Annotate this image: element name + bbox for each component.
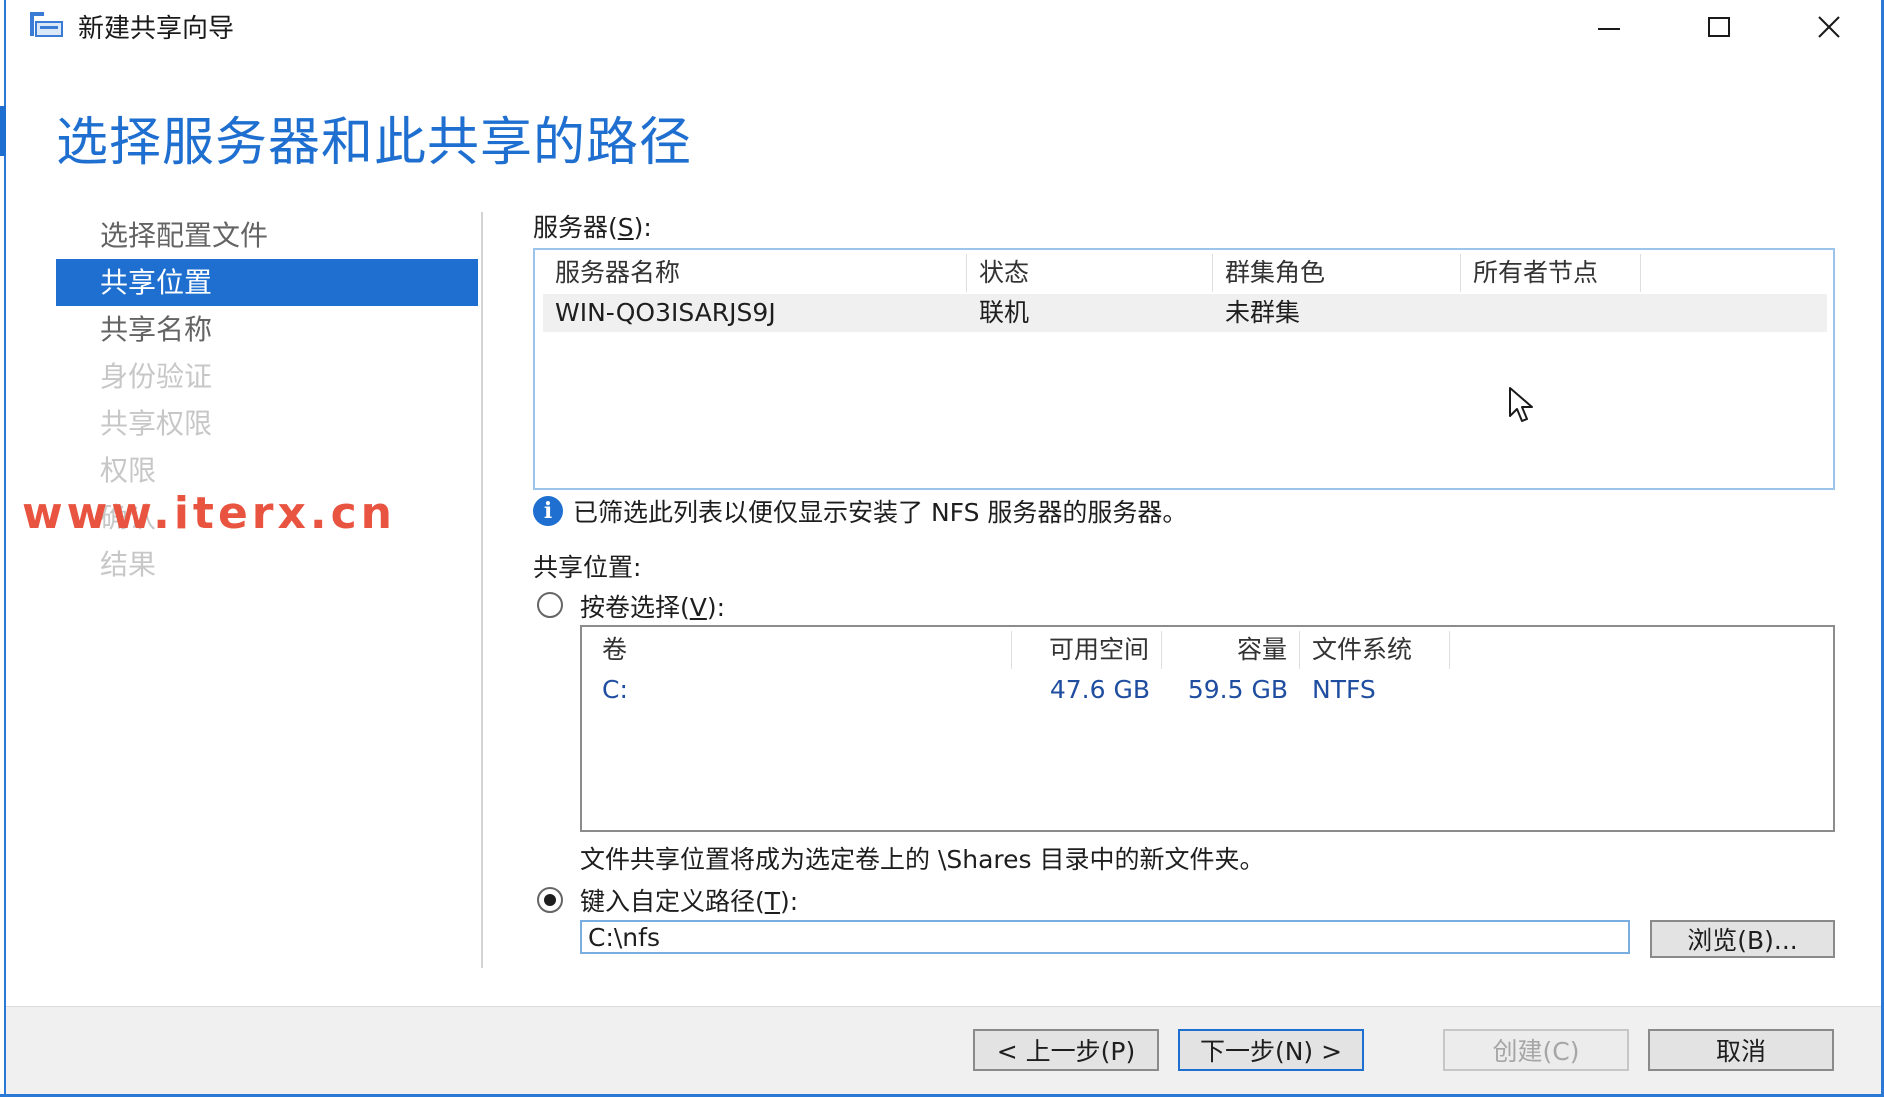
next-button[interactable]: 下一步(N) > [1178, 1029, 1364, 1071]
by-volume-radio[interactable] [537, 592, 563, 618]
custom-path-label[interactable]: 键入自定义路径(T): [580, 882, 798, 918]
title-bar[interactable]: 新建共享向导 [6, 0, 1881, 54]
column-header-capacity[interactable]: 容量 [1162, 631, 1300, 669]
custom-path-input[interactable] [580, 920, 1630, 954]
info-text: 已筛选此列表以便仅显示安装了 NFS 服务器的服务器。 [573, 498, 1188, 527]
nav-item-share-location[interactable]: 共享位置 [56, 259, 478, 306]
minimize-icon [1598, 28, 1620, 30]
column-header-status[interactable]: 状态 [967, 254, 1213, 292]
by-volume-label[interactable]: 按卷选择(V): [580, 588, 725, 624]
free-space-cell: 47.6 GB [1049, 675, 1150, 704]
minimize-button[interactable] [1554, 0, 1664, 54]
new-share-wizard-window: 新建共享向导 选择服务器和此共享的路径 选择配置文件 共享位置 共享名称 身份验… [0, 0, 1884, 1097]
nav-divider [481, 212, 483, 968]
table-row[interactable]: WIN-QO3ISARJS9J 联机 未群集 [543, 294, 1827, 332]
column-header-owner-node[interactable]: 所有者节点 [1461, 254, 1641, 292]
window-left-border [0, 0, 6, 1097]
mouse-pointer-icon [1509, 387, 1533, 422]
window-title: 新建共享向导 [78, 14, 235, 44]
previous-button[interactable]: < 上一步(P) [973, 1029, 1159, 1071]
page-title: 选择服务器和此共享的路径 [56, 113, 693, 173]
window-focus-accent [0, 106, 6, 156]
column-header-cluster-role[interactable]: 群集角色 [1213, 254, 1461, 292]
create-button: 创建(C) [1443, 1029, 1629, 1071]
share-location-label: 共享位置: [533, 553, 642, 582]
table-row[interactable]: C: 47.6 GB 59.5 GB NTFS [590, 671, 1450, 709]
capacity-cell: 59.5 GB [1187, 675, 1288, 704]
server-list-header: 服务器名称 状态 群集角色 所有者节点 [543, 254, 1641, 292]
server-status-cell: 联机 [979, 298, 1030, 327]
info-message: i 已筛选此列表以便仅显示安装了 NFS 服务器的服务器。 [533, 493, 1187, 529]
column-header-volume[interactable]: 卷 [590, 631, 1012, 669]
column-header-free-space[interactable]: 可用空间 [1012, 631, 1162, 669]
server-label: 服务器(S): [533, 213, 652, 242]
share-wizard-icon [30, 12, 63, 37]
volume-list[interactable]: 卷 可用空间 容量 文件系统 C: 47.6 GB 59.5 GB NTFS [580, 625, 1835, 832]
server-list[interactable]: 服务器名称 状态 群集角色 所有者节点 WIN-QO3ISARJS9J 联机 未… [533, 248, 1835, 490]
browse-button[interactable]: 浏览(B)... [1650, 920, 1835, 958]
column-header-file-system[interactable]: 文件系统 [1300, 631, 1450, 669]
maximize-button[interactable] [1664, 0, 1774, 54]
nav-item-share-name[interactable]: 共享名称 [56, 306, 478, 353]
cancel-button[interactable]: 取消 [1648, 1029, 1834, 1071]
volume-cell: C: [602, 675, 628, 704]
custom-path-radio[interactable] [537, 887, 563, 913]
volume-list-header: 卷 可用空间 容量 文件系统 [590, 631, 1450, 669]
maximize-icon [1708, 17, 1730, 37]
nav-item-authentication: 身份验证 [100, 360, 213, 393]
column-header-server-name[interactable]: 服务器名称 [543, 254, 967, 292]
cluster-role-cell: 未群集 [1225, 298, 1301, 327]
server-name-cell: WIN-QO3ISARJS9J [555, 298, 776, 327]
file-system-cell: NTFS [1312, 675, 1376, 704]
owner-node-cell [1461, 294, 1641, 332]
close-button[interactable] [1774, 0, 1884, 54]
volume-note: 文件共享位置将成为选定卷上的 \Shares 目录中的新文件夹。 [580, 845, 1265, 874]
nav-item-permissions: 权限 [100, 454, 157, 487]
nav-item-results: 结果 [100, 548, 157, 581]
nav-item-select-profile[interactable]: 选择配置文件 [56, 212, 478, 259]
close-icon [1818, 16, 1840, 38]
info-icon: i [533, 496, 563, 526]
watermark: www.iterx.cn [22, 488, 397, 539]
nav-item-share-permissions: 共享权限 [100, 407, 213, 440]
